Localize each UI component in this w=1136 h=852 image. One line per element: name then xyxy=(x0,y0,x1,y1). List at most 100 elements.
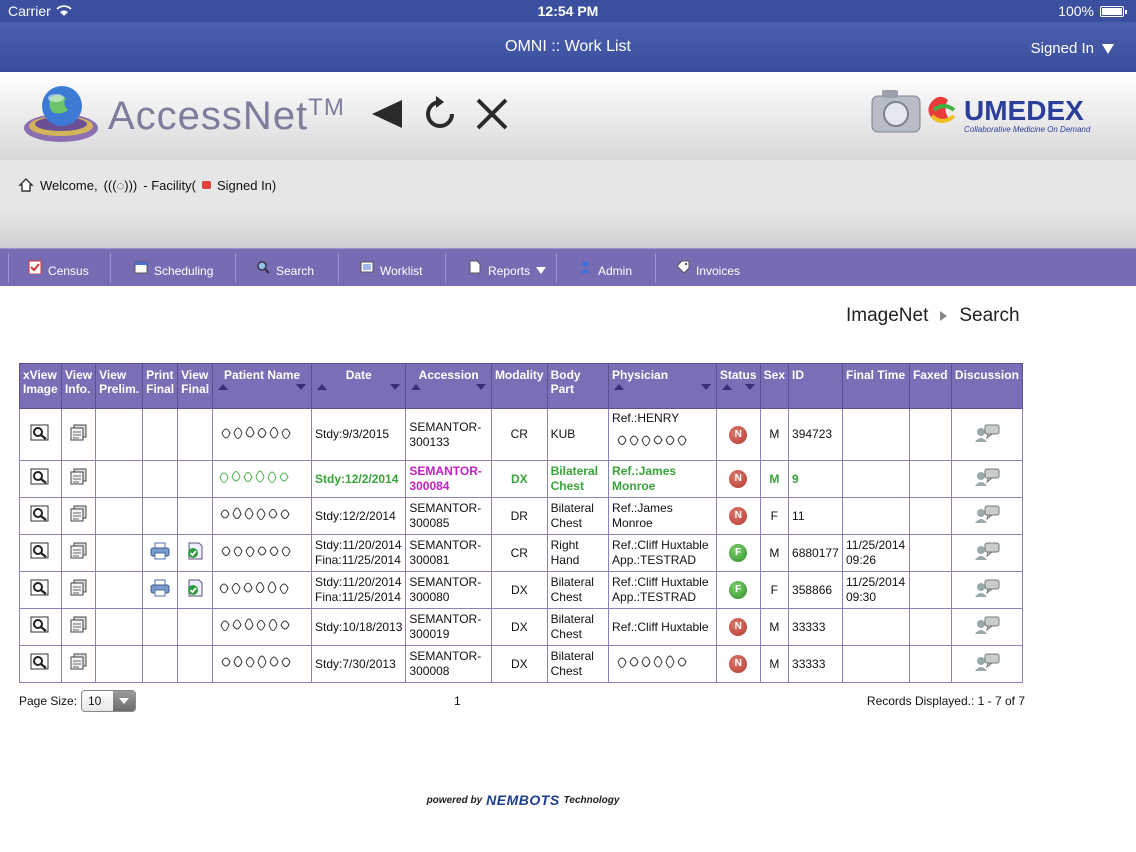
discussion-button[interactable] xyxy=(950,460,1024,498)
col-accession[interactable]: Accession xyxy=(405,363,492,409)
signed-in-menu[interactable]: Signed In xyxy=(1031,40,1114,57)
discussion-button[interactable] xyxy=(950,497,1024,535)
view-final-cell xyxy=(177,460,214,498)
menu-item-census[interactable]: Census xyxy=(28,249,89,287)
view-info-button[interactable] xyxy=(60,608,97,646)
modality-cell: CR xyxy=(490,408,548,461)
xview-image-button[interactable] xyxy=(19,408,62,461)
view-final-cell[interactable] xyxy=(177,534,214,572)
status-cell[interactable]: N xyxy=(715,408,761,461)
view-info-button[interactable] xyxy=(60,571,97,609)
final-time-cell xyxy=(842,497,910,535)
back-arrow-icon[interactable] xyxy=(368,96,404,132)
view-info-button[interactable] xyxy=(60,460,97,498)
table-row[interactable]: Stdy:7/30/2013 SEMANTOR-300008 DX Bilate… xyxy=(19,645,1024,683)
menu-item-scheduling[interactable]: Scheduling xyxy=(134,249,213,287)
print-final-cell xyxy=(142,460,179,498)
xview-image-button[interactable] xyxy=(19,645,62,683)
xview-image-button[interactable] xyxy=(19,534,62,572)
print-final-cell[interactable] xyxy=(142,571,179,609)
sort-arrows-icon xyxy=(315,384,402,392)
table-row[interactable]: Stdy:12/2/2014 SEMANTOR-300085 DR Bilate… xyxy=(19,497,1024,535)
footer-tech: Technology xyxy=(563,794,620,806)
body-part-cell: Bilateral Chest xyxy=(546,571,610,609)
breadcrumb-root[interactable]: ImageNet xyxy=(846,305,928,327)
col-date[interactable]: Date xyxy=(311,363,407,409)
menu-item-search[interactable]: Search xyxy=(256,249,314,287)
view-info-button[interactable] xyxy=(60,408,97,461)
sex-cell: M xyxy=(759,608,790,646)
discussion-button[interactable] xyxy=(950,534,1024,572)
accessnet-logo-text: AccessNetTM xyxy=(108,94,345,138)
search-icon xyxy=(257,261,270,274)
close-icon[interactable] xyxy=(474,96,510,132)
menu-item-admin[interactable]: Admin xyxy=(578,249,632,287)
menu-divider xyxy=(338,253,339,283)
col-view-prelim: View Prelim. xyxy=(95,363,144,409)
table-row[interactable]: Stdy:11/20/2014 Fina:11/25/2014 SEMANTOR-… xyxy=(19,534,1024,572)
menu-item-invoices[interactable]: Invoices xyxy=(676,249,740,287)
col-status[interactable]: Status xyxy=(715,363,761,409)
view-info-button[interactable] xyxy=(60,534,97,572)
xview-image-button[interactable] xyxy=(19,497,62,535)
page-number[interactable]: 1 xyxy=(454,694,461,708)
date-cell: Stdy:12/2/2014 xyxy=(311,497,407,535)
view-info-button[interactable] xyxy=(60,645,97,683)
home-icon[interactable] xyxy=(18,177,34,193)
page-size-select[interactable]: 10 xyxy=(81,690,136,712)
status-cell[interactable]: N xyxy=(715,460,761,498)
col-sex: Sex xyxy=(759,363,790,409)
tag-icon xyxy=(676,260,690,274)
header-banner: AccessNetTM UMEDEX Collaborative Medicin… xyxy=(0,72,1136,160)
faxed-cell xyxy=(908,608,952,646)
sex-cell: M xyxy=(759,534,790,572)
print-final-cell[interactable] xyxy=(142,534,179,572)
print-final-cell xyxy=(142,408,179,461)
table-row[interactable]: Stdy:10/18/2013 SEMANTOR-300019 DX Bilat… xyxy=(19,608,1024,646)
menu-divider xyxy=(110,253,111,283)
discussion-button[interactable] xyxy=(950,608,1024,646)
table-row[interactable]: Stdy:9/3/2015 SEMANTOR-300133 CR KUB Ref… xyxy=(19,408,1024,461)
user-icon xyxy=(580,261,590,273)
discussion-button[interactable] xyxy=(950,408,1024,461)
body-part-cell: Bilateral Chest xyxy=(546,460,610,498)
chevron-down-icon xyxy=(1102,43,1114,54)
xview-image-button[interactable] xyxy=(19,608,62,646)
discussion-icon xyxy=(974,424,1000,446)
discussion-icon xyxy=(974,542,1000,564)
status-cell[interactable]: N xyxy=(715,608,761,646)
discussion-button[interactable] xyxy=(950,645,1024,683)
refresh-icon[interactable] xyxy=(422,96,458,132)
status-badge: N xyxy=(729,618,748,636)
status-cell[interactable]: F xyxy=(715,571,761,609)
status-cell[interactable]: N xyxy=(715,645,761,683)
col-physician[interactable]: Physician xyxy=(608,363,717,409)
col-patient-name[interactable]: Patient Name xyxy=(212,363,313,409)
copy-icon xyxy=(69,616,89,637)
table-row[interactable]: Stdy:12/2/2014 SEMANTOR-300084 DX Bilate… xyxy=(19,460,1024,498)
sex-cell: M xyxy=(759,460,790,498)
body-part-cell: Bilateral Chest xyxy=(546,645,610,683)
page-size-label: Page Size: xyxy=(19,694,78,708)
view-info-button[interactable] xyxy=(60,497,97,535)
status-cell[interactable]: N xyxy=(715,497,761,535)
discussion-button[interactable] xyxy=(950,571,1024,609)
breadcrumb: ImageNet Search xyxy=(846,304,1026,328)
menu-divider xyxy=(235,253,236,283)
xview-image-button[interactable] xyxy=(19,460,62,498)
status-cell[interactable]: F xyxy=(715,534,761,572)
faxed-cell xyxy=(908,534,952,572)
view-final-cell[interactable] xyxy=(177,571,214,609)
discussion-icon xyxy=(974,579,1000,601)
xview-image-button[interactable] xyxy=(19,571,62,609)
patient-name-cell xyxy=(212,460,313,498)
menu-item-reports[interactable]: Reports xyxy=(468,249,547,287)
ios-status-bar: Carrier 12:54 PM 100% xyxy=(0,0,1136,22)
menu-divider xyxy=(556,253,557,283)
document-icon xyxy=(469,260,481,274)
col-view-final: View Final xyxy=(177,363,214,409)
menu-item-worklist[interactable]: Worklist xyxy=(360,249,422,287)
date-cell: Stdy:12/2/2014 xyxy=(311,460,407,498)
view-final-cell xyxy=(177,497,214,535)
table-row[interactable]: Stdy:11/20/2014 Fina:11/25/2014 SEMANTOR-… xyxy=(19,571,1024,609)
